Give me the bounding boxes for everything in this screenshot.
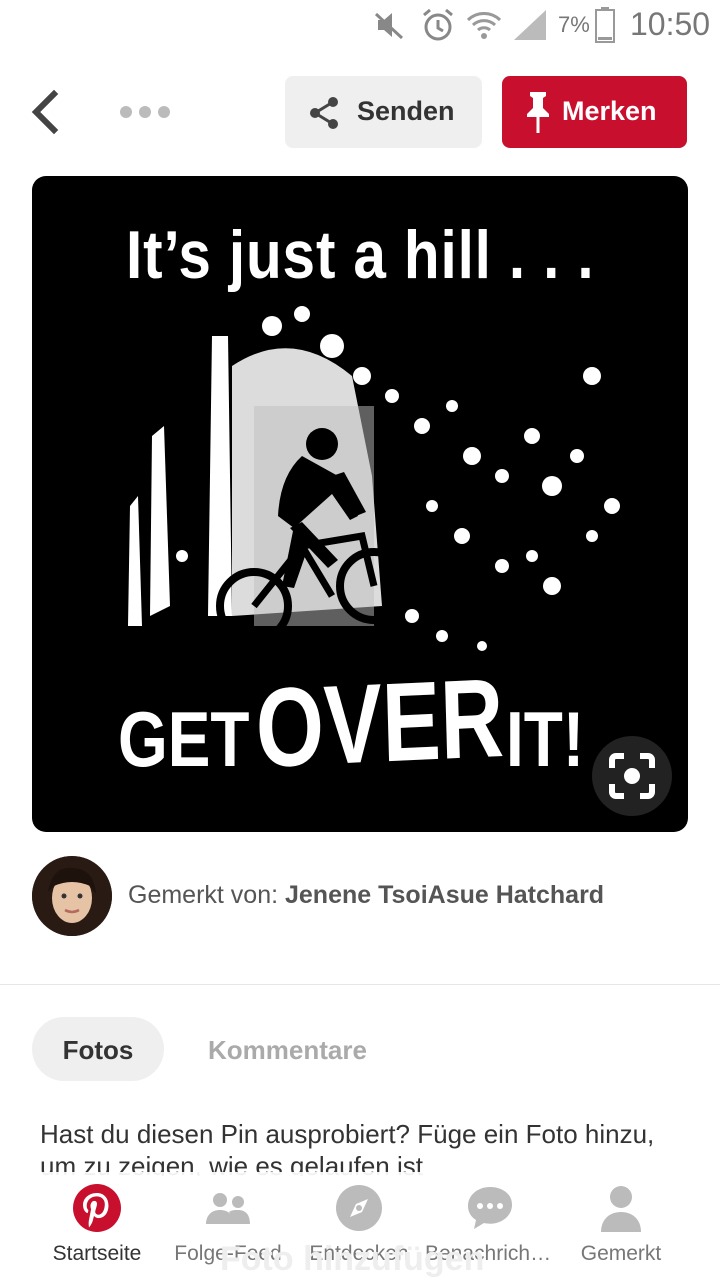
save-label: Merken: [562, 96, 657, 126]
save-button[interactable]: Merken: [502, 76, 687, 148]
compass-icon: [336, 1185, 382, 1231]
avatar-photo: [32, 856, 112, 936]
pin-text-over: OVER: [254, 654, 506, 791]
visual-search-button[interactable]: [592, 736, 672, 816]
profile-icon: [601, 1186, 641, 1232]
alarm-icon: [423, 8, 453, 41]
saver-name[interactable]: Jenene TsoiAsue Hatchard: [285, 881, 604, 909]
saved-by-prefix: Gemerkt von:: [128, 881, 285, 909]
send-label: Senden: [357, 96, 455, 126]
back-arrow-icon[interactable]: [24, 88, 68, 136]
clock: 10:50: [630, 6, 711, 42]
status-bar: 7% 10:50: [0, 0, 720, 50]
tab-photos-label: Fotos: [62, 1035, 134, 1065]
people-icon: [206, 1193, 250, 1224]
avatar[interactable]: [32, 856, 112, 936]
pin-image[interactable]: It’s just a hill . . . GET OVER IT!: [32, 176, 688, 832]
wifi-icon: [466, 12, 502, 39]
visual-search-icon: [609, 753, 655, 799]
add-photo-button-ghost: Foto hinzufügen: [220, 1240, 485, 1278]
pinterest-logo-icon: [73, 1184, 121, 1232]
saved-by-text: Gemerkt von: Jenene TsoiAsue Hatchard: [128, 881, 604, 910]
divider: [0, 984, 720, 985]
more-dots-icon[interactable]: [114, 96, 176, 128]
chat-bubble-icon: [468, 1187, 512, 1229]
nav-item-home[interactable]: Startseite: [32, 1172, 162, 1280]
signal-icon: [514, 10, 546, 40]
nav-item-saved[interactable]: Gemerkt: [556, 1172, 686, 1280]
send-button[interactable]: Senden: [285, 76, 482, 148]
try-pin-prompt: Hast du diesen Pin ausprobiert? Füge ein…: [40, 1119, 655, 1176]
pin-text-top: It’s just a hill . . .: [126, 217, 595, 293]
battery-percent: 7%: [558, 12, 590, 37]
nav-label-saved: Gemerkt: [580, 1242, 662, 1265]
tab-photos[interactable]: Fotos: [32, 1017, 164, 1081]
share-icon: [310, 97, 338, 129]
pushpin-icon: [527, 92, 549, 133]
pin-text-get: GET: [118, 695, 250, 783]
battery-icon: [595, 7, 615, 43]
nav-label-home: Startseite: [52, 1242, 142, 1265]
tab-comments[interactable]: Kommentare: [208, 1035, 367, 1066]
mute-icon: [374, 12, 404, 40]
pin-text-it: IT!: [506, 695, 585, 783]
